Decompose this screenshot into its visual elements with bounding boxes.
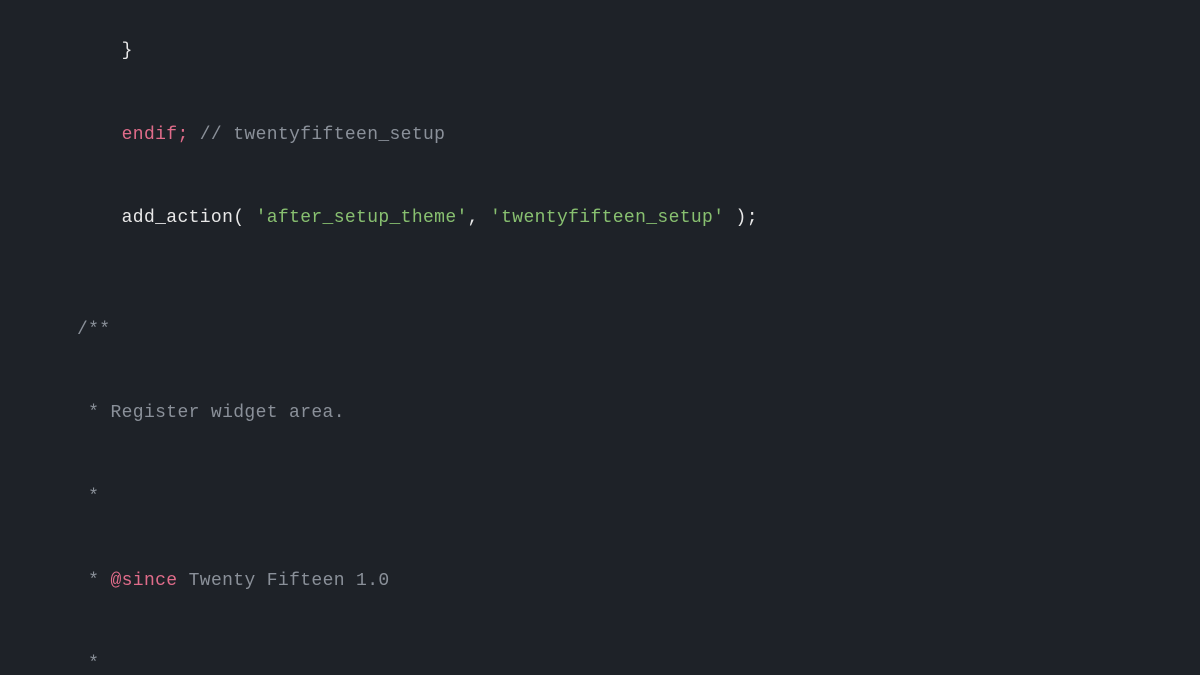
- code-block: } endif; // twentyfifteen_setup add_acti…: [10, 10, 1180, 675]
- line-endif: endif; // twentyfifteen_setup: [10, 94, 1180, 178]
- line-docblock-empty2: *: [10, 624, 1180, 675]
- line-docblock-start: /**: [10, 289, 1180, 373]
- line-add-action: add_action( 'after_setup_theme', 'twenty…: [10, 177, 1180, 261]
- line-blank-1: [10, 261, 1180, 289]
- line-docblock-empty1: *: [10, 456, 1180, 540]
- code-viewer: } endif; // twentyfifteen_setup add_acti…: [0, 0, 1200, 675]
- line-docblock-register: * Register widget area.: [10, 373, 1180, 457]
- line-closing-brace: }: [10, 10, 1180, 94]
- line-docblock-since: * @since Twenty Fifteen 1.0: [10, 540, 1180, 624]
